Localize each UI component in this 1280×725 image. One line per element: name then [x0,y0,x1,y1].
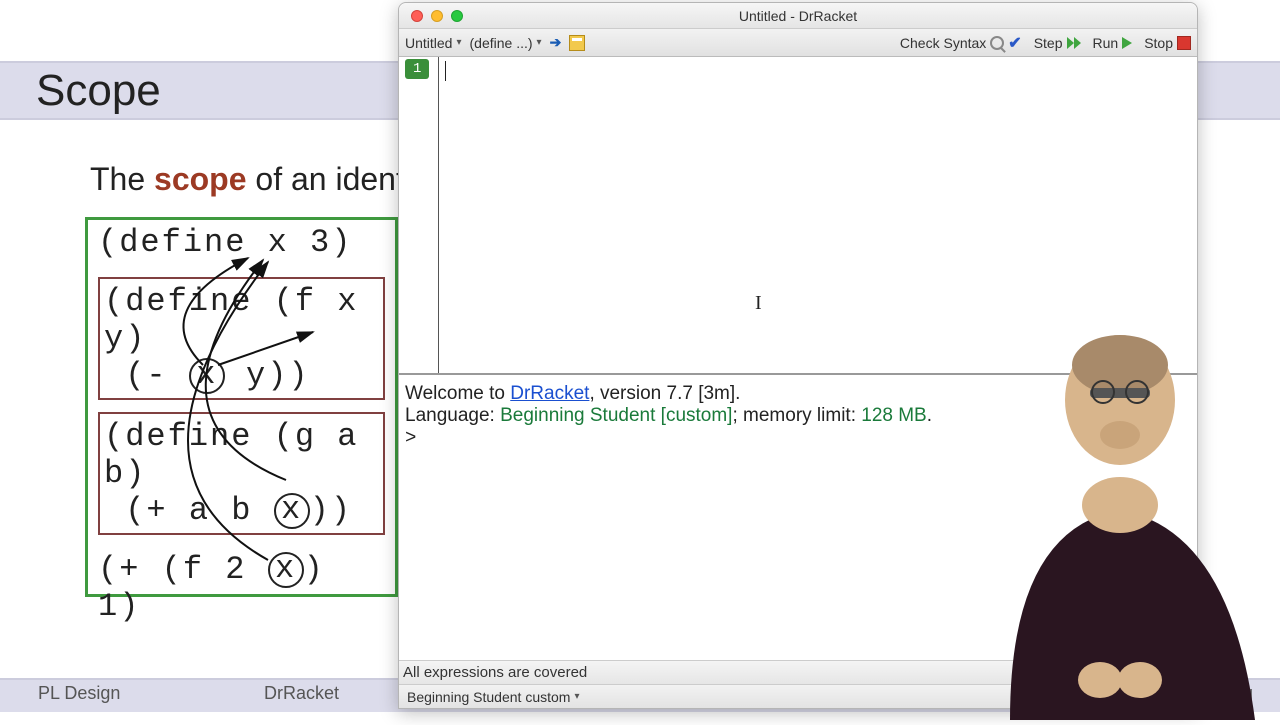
magnifier-icon [990,36,1004,50]
slide-body-text: The scope of an identi [90,161,412,198]
run-button[interactable]: Run [1093,35,1133,51]
step-icon [1067,37,1081,49]
x-ref-g: x [274,493,310,529]
check-syntax-button[interactable]: Check Syntax ✔ [900,33,1022,53]
keyword-scope: scope [154,161,246,197]
x-ref-f: x [189,358,225,394]
x-ref-call: x [268,552,304,588]
window-title: Untitled - DrRacket [399,8,1197,24]
coverage-text: All expressions are covered [403,664,587,681]
toolbar: Untitled▾ (define ...)▾ ➔ Check Syntax ✔… [399,29,1197,57]
footer-mid: DrRacket [264,683,339,704]
code-def-g: (define (g a b) (+ a b x)) [98,412,385,535]
ibeam-cursor-icon: I [755,292,762,315]
code-call: (+ (f 2 x) 1) [88,547,395,629]
footer-left: PL Design [38,683,120,704]
open-arrow-icon[interactable]: ➔ [550,34,562,51]
code-def-f: (define (f x y) (- x y)) [98,277,385,400]
line-gutter: 1 [399,57,439,373]
file-menu[interactable]: Untitled▾ [405,35,462,51]
chevron-down-icon: ▾ [456,37,461,48]
scope-diagram: (define x 3) (define (f x y) (- x y)) (d… [85,217,398,597]
stop-button[interactable]: Stop [1144,35,1191,51]
stop-icon [1177,36,1191,50]
lang-menu[interactable]: (define ...)▾ [470,35,542,51]
code-def-x: (define x 3) [88,220,395,265]
check-icon: ✔ [1008,33,1021,53]
chevron-down-icon: ▾ [574,691,579,702]
step-button[interactable]: Step [1034,35,1081,51]
line-number: 1 [405,59,429,79]
play-icon [1122,37,1132,49]
text-cursor [445,61,446,81]
presenter-video [955,310,1275,720]
titlebar[interactable]: Untitled - DrRacket [399,3,1197,29]
chevron-down-icon: ▾ [537,37,542,48]
slide-title: Scope [36,66,161,116]
status-lang-menu[interactable]: Beginning Student custom ▾ [407,689,579,705]
save-icon[interactable] [569,35,585,51]
drracket-link[interactable]: DrRacket [510,383,589,404]
